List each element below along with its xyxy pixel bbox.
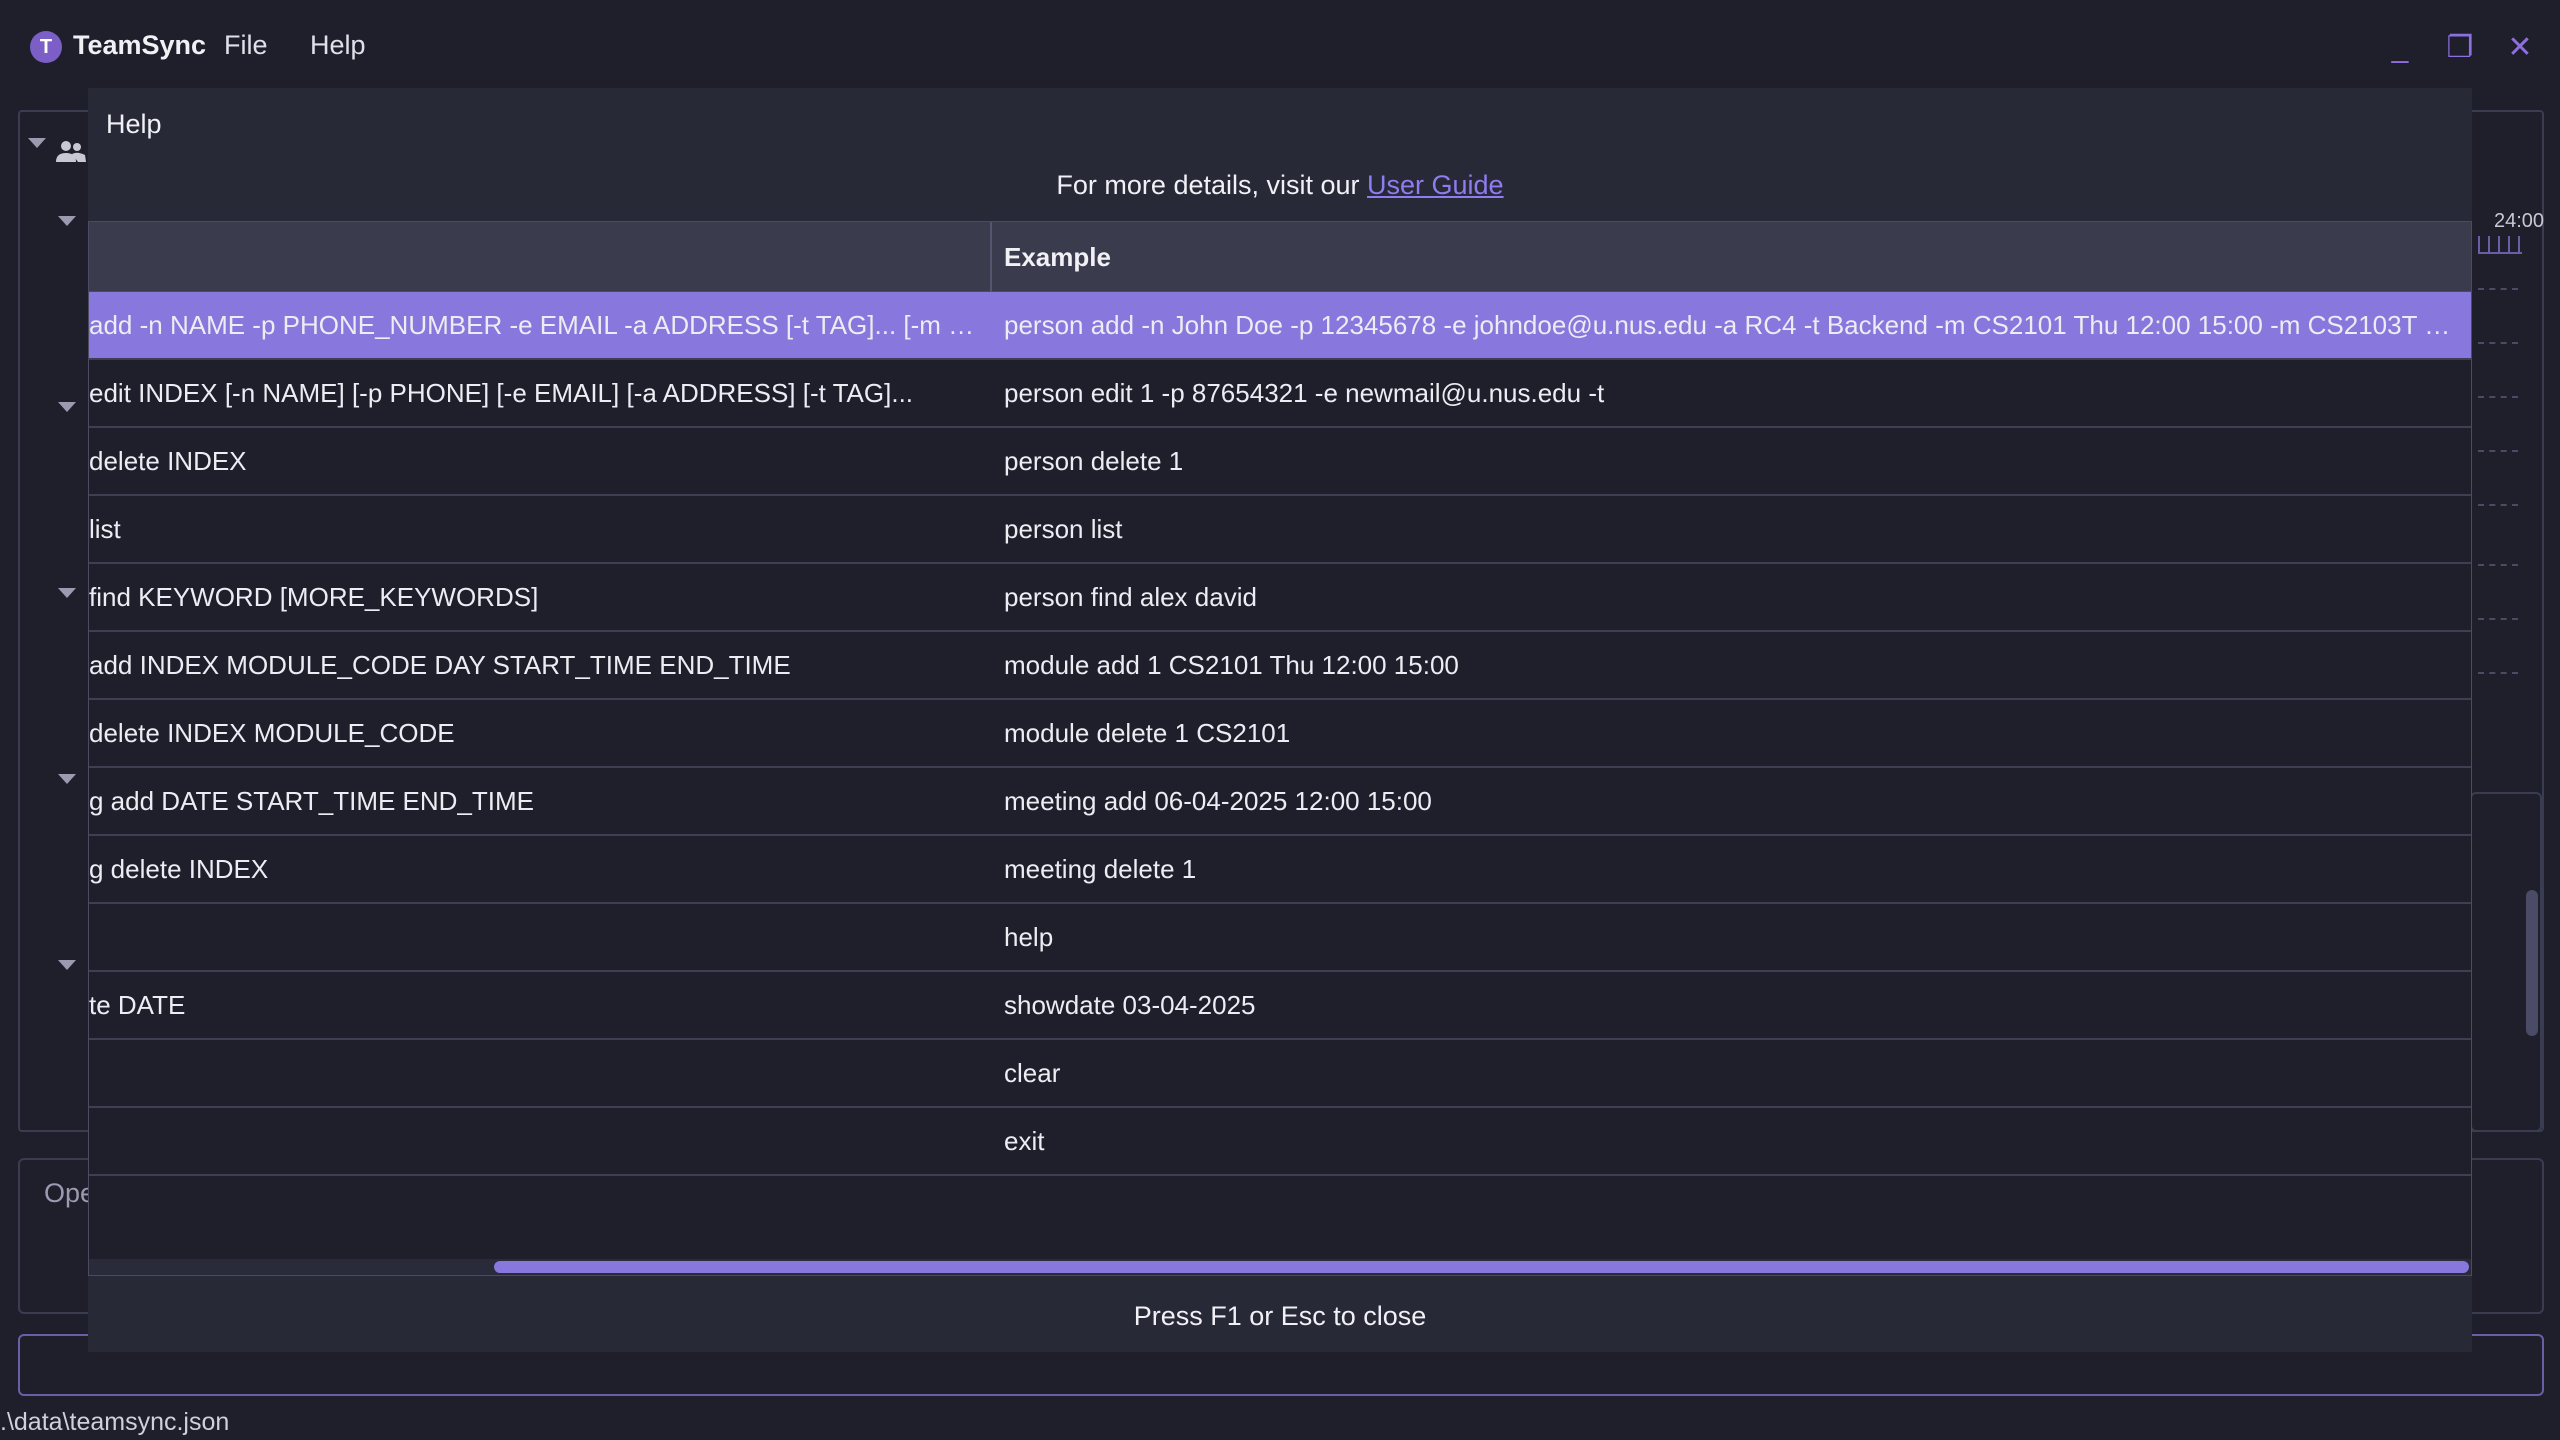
title-bar: T TeamSync File Help _ ❐ ✕ — [0, 0, 2560, 90]
expand-arrow-icon[interactable] — [28, 138, 46, 148]
cell-example: meeting delete 1 — [1004, 854, 1197, 884]
timeline-end-label: 24:00 — [2494, 210, 2545, 232]
timeline-gridline — [2478, 504, 2518, 506]
timeline-gridline — [2478, 618, 2518, 620]
cell-command: te DATE — [89, 990, 186, 1020]
table-row[interactable]: delete INDEX person delete 1 — [89, 428, 2471, 496]
table-row[interactable]: add -n NAME -p PHONE_NUMBER -e EMAIL -a … — [89, 292, 2471, 360]
table-row[interactable]: edit INDEX [-n NAME] [-p PHONE] [-e EMAI… — [89, 360, 2471, 428]
help-dialog: Help For more details, visit our User Gu… — [88, 88, 2472, 1352]
table-row[interactable]: g add DATE START_TIME END_TIME meeting a… — [89, 768, 2471, 836]
cell-example: help — [1004, 922, 1054, 952]
status-bar-path: .\data\teamsync.json — [0, 1408, 230, 1436]
table-row[interactable]: g delete INDEX meeting delete 1 — [89, 836, 2471, 904]
cell-example: person find alex david — [1004, 582, 1257, 612]
table-row[interactable]: add INDEX MODULE_CODE DAY START_TIME END… — [89, 632, 2471, 700]
cell-command: g delete INDEX — [89, 854, 269, 884]
table-row[interactable]: list person list — [89, 496, 2471, 564]
cell-command: delete INDEX — [89, 446, 247, 476]
table-row[interactable]: exit — [89, 1108, 2471, 1176]
cell-command: list — [89, 514, 121, 544]
expand-arrow-icon[interactable] — [58, 774, 76, 784]
user-guide-link[interactable]: User Guide — [1367, 170, 1504, 200]
close-hint: Press F1 or Esc to close — [1133, 1301, 1427, 1331]
cell-command: add -n NAME -p PHONE_NUMBER -e EMAIL -a … — [89, 310, 989, 340]
user-guide-prefix: For more details, visit our — [1056, 170, 1368, 200]
minimize-button[interactable]: _ — [2380, 28, 2420, 68]
table-row[interactable]: find KEYWORD [MORE_KEYWORDS] person find… — [89, 564, 2471, 632]
expand-arrow-icon[interactable] — [58, 402, 76, 412]
app-name: TeamSync — [73, 30, 207, 60]
dialog-title: Help — [106, 109, 162, 139]
cell-command — [89, 904, 989, 970]
cell-example: person edit 1 -p 87654321 -e newmail@u.n… — [1004, 378, 1605, 408]
user-guide-line: For more details, visit our User Guide — [88, 170, 2472, 201]
people-icon — [56, 141, 86, 162]
cell-example: person delete 1 — [1004, 446, 1184, 476]
close-window-button[interactable]: ✕ — [2500, 28, 2540, 68]
cell-command: edit INDEX [-n NAME] [-p PHONE] [-e EMAI… — [89, 378, 914, 408]
timeline-gridline — [2478, 564, 2518, 566]
table-row[interactable]: help — [89, 904, 2471, 972]
column-header-command[interactable] — [89, 222, 989, 292]
teamsync-app: T TeamSync File Help _ ❐ ✕ 24:00 Ope .\d… — [0, 0, 2560, 1440]
cell-command: add INDEX MODULE_CODE DAY START_TIME END… — [89, 650, 791, 680]
column-header-example[interactable]: Example — [992, 222, 1111, 292]
timeline-gridline — [2478, 288, 2518, 290]
expand-arrow-icon[interactable] — [58, 588, 76, 598]
cell-example: showdate 03-04-2025 — [1004, 990, 1256, 1020]
expand-arrow-icon[interactable] — [58, 960, 76, 970]
horizontal-scrollbar-thumb[interactable] — [494, 1261, 2469, 1273]
cell-command: delete INDEX MODULE_CODE — [89, 718, 455, 748]
cell-command: g add DATE START_TIME END_TIME — [89, 786, 534, 816]
cell-example: clear — [1004, 1058, 1061, 1088]
cell-example: module add 1 CS2101 Thu 12:00 15:00 — [1004, 650, 1459, 680]
table-row[interactable]: clear — [89, 1040, 2471, 1108]
table-header: Example — [89, 222, 2471, 292]
timeline-gridline — [2478, 396, 2518, 398]
cell-command — [89, 1040, 989, 1106]
table-row[interactable]: delete INDEX MODULE_CODE module delete 1… — [89, 700, 2471, 768]
timeline-gridline — [2478, 450, 2518, 452]
timeline-gridline — [2478, 342, 2518, 344]
horizontal-scrollbar[interactable] — [89, 1259, 2471, 1275]
cell-example: person add -n John Doe -p 12345678 -e jo… — [1004, 310, 2459, 340]
cell-example: exit — [1004, 1126, 1045, 1156]
cell-example: person list — [1004, 514, 1123, 544]
table-row[interactable]: te DATE showdate 03-04-2025 — [89, 972, 2471, 1040]
side-list-scrollbar[interactable] — [2526, 890, 2538, 1036]
expand-arrow-icon[interactable] — [58, 216, 76, 226]
menu-help[interactable]: Help — [310, 30, 366, 61]
cell-example: module delete 1 CS2101 — [1004, 718, 1291, 748]
command-table: Example add -n NAME -p PHONE_NUMBER -e E… — [88, 221, 2472, 1276]
cell-command: find KEYWORD [MORE_KEYWORDS] — [89, 582, 539, 612]
cell-command — [89, 1108, 989, 1174]
menu-file[interactable]: File — [224, 30, 268, 61]
timeline-gridline — [2478, 672, 2518, 674]
cell-example: meeting add 06-04-2025 12:00 15:00 — [1004, 786, 1432, 816]
timeline-ticks — [2478, 236, 2522, 254]
maximize-button[interactable]: ❐ — [2440, 28, 2480, 68]
app-logo-icon: T — [30, 31, 62, 63]
